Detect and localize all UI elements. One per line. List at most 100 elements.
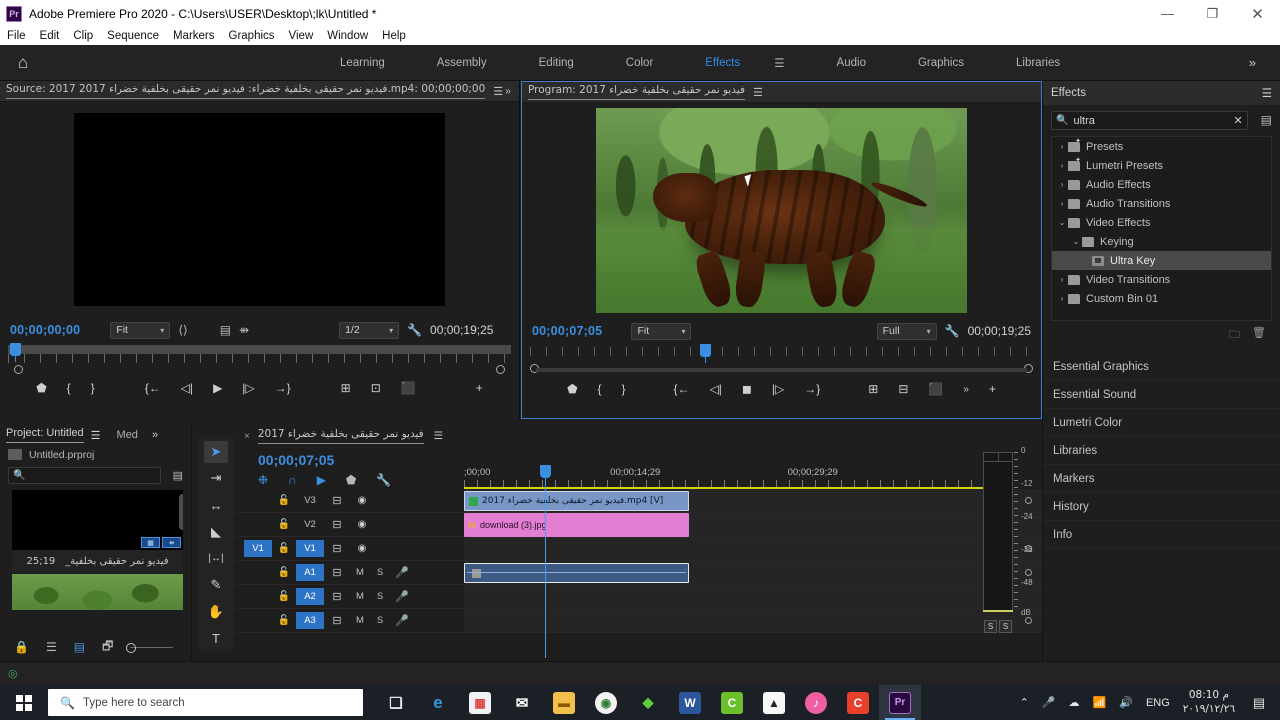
project-panel-tab[interactable]: Project: Untitled xyxy=(6,427,84,443)
rail-item-lumetri-color[interactable]: Lumetri Color xyxy=(1043,409,1280,437)
source-target-v2[interactable] xyxy=(244,516,272,533)
program-scrubber[interactable] xyxy=(522,344,1041,374)
menu-item-file[interactable]: File xyxy=(7,30,35,42)
program-zoom-select[interactable]: Fit ▾ xyxy=(631,322,692,340)
camtasia-icon[interactable]: C xyxy=(711,685,753,720)
menu-item-view[interactable]: View xyxy=(289,30,323,42)
effects-tree-row-presets[interactable]: › Presets xyxy=(1052,137,1271,156)
workspace-tab-assembly[interactable]: Assembly xyxy=(411,57,513,69)
menu-item-clip[interactable]: Clip xyxy=(73,30,102,42)
effects-search-box[interactable]: 🔍 ✕ xyxy=(1051,111,1248,130)
source-insert-icon[interactable]: ⊞ xyxy=(341,381,351,395)
edge-icon[interactable]: e xyxy=(417,685,459,720)
workspace-burger-icon[interactable]: ☰ xyxy=(748,56,810,70)
source-add-marker-icon[interactable]: ⬟ xyxy=(36,381,46,395)
solo-button-a1[interactable]: S xyxy=(370,567,390,578)
program-mark-in-icon[interactable]: { xyxy=(598,382,602,396)
itunes-icon[interactable]: ♪ xyxy=(795,685,837,720)
track-name-v1[interactable]: V1 xyxy=(296,540,324,557)
track-output-icon[interactable]: ◉ xyxy=(350,543,374,554)
program-monitor-stage[interactable] xyxy=(522,103,1041,318)
sync-lock-icon[interactable]: ⊟ xyxy=(324,614,350,627)
onedrive-icon[interactable]: ☁ xyxy=(1069,696,1080,709)
workspace-tab-audio[interactable]: Audio xyxy=(811,57,892,69)
track-body-v2[interactable]: fx download (3).jpg xyxy=(464,513,1042,537)
disclosure-open-icon[interactable]: ⌄ xyxy=(1056,218,1068,227)
track-select-forward-tool[interactable]: ⇥ xyxy=(204,468,228,490)
type-tool[interactable]: T xyxy=(204,627,228,649)
timeline-clip-image[interactable]: fx download (3).jpg xyxy=(464,513,689,537)
rail-item-essential-sound[interactable]: Essential Sound xyxy=(1043,381,1280,409)
disclosure-icon[interactable]: › xyxy=(1056,199,1068,208)
maximize-button[interactable]: ❐ xyxy=(1190,0,1235,27)
source-monitor-overflow-icon[interactable]: » xyxy=(505,85,511,97)
photos-icon[interactable]: ▲ xyxy=(753,685,795,720)
project-scrollbar[interactable] xyxy=(179,494,183,530)
program-mark-out-icon[interactable]: } xyxy=(622,382,626,396)
track-output-icon[interactable]: ◉ xyxy=(350,519,374,530)
source-overwrite-icon[interactable]: ⊡ xyxy=(371,381,381,395)
file-explorer-icon[interactable]: ▬ xyxy=(543,685,585,720)
program-zoom-bar[interactable] xyxy=(536,368,1027,372)
effects-tree-row-custom-bin-01[interactable]: › Custom Bin 01 xyxy=(1052,289,1271,308)
rail-item-markers[interactable]: Markers xyxy=(1043,465,1280,493)
disclosure-icon[interactable]: › xyxy=(1056,142,1068,151)
workspace-overflow-icon[interactable]: » xyxy=(1249,55,1256,70)
chrome-icon[interactable]: ◉ xyxy=(585,685,627,720)
workspace-tab-libraries[interactable]: Libraries xyxy=(990,57,1086,69)
lock-icon[interactable]: 🔒 xyxy=(14,640,29,654)
sync-lock-icon[interactable]: ⊟ xyxy=(324,590,350,603)
rail-item-libraries[interactable]: Libraries xyxy=(1043,437,1280,465)
delete-icon[interactable]: 🗑 xyxy=(1252,326,1266,345)
rail-item-info[interactable]: Info xyxy=(1043,521,1280,549)
source-step-forward-icon[interactable]: |▷ xyxy=(242,381,254,395)
idm-icon[interactable]: ◆ xyxy=(627,685,669,720)
mute-button-a1[interactable]: M xyxy=(350,567,370,578)
project-search-box[interactable]: 🔍 xyxy=(8,467,161,484)
track-body-a3[interactable] xyxy=(464,609,1042,632)
effects-tree-row-keying[interactable]: ⌄ Keying xyxy=(1052,232,1271,251)
source-target-v1[interactable]: V1 xyxy=(244,540,272,557)
effects-tree-row-audio-effects[interactable]: › Audio Effects xyxy=(1052,175,1271,194)
project-item-thumbnail[interactable]: ▦ ⇻ xyxy=(12,490,183,550)
disclosure-icon[interactable]: › xyxy=(1056,294,1068,303)
source-in-handle[interactable] xyxy=(14,365,23,374)
source-in-out-icon[interactable]: ⟨⟩ xyxy=(178,323,187,337)
thumbnail-zoom-slider[interactable] xyxy=(126,642,173,653)
solo-button-a2[interactable]: S xyxy=(370,591,390,602)
effects-tree-row-video-transitions[interactable]: › Video Transitions xyxy=(1052,270,1271,289)
track-output-icon[interactable]: ◉ xyxy=(350,495,374,506)
source-monitor-stage[interactable] xyxy=(0,102,519,317)
close-button[interactable]: ✕ xyxy=(1235,0,1280,27)
icon-view-icon[interactable]: ▤ xyxy=(74,640,85,654)
project-find-icon[interactable]: ▤ xyxy=(173,469,183,482)
program-stop-icon[interactable]: ◼ xyxy=(742,382,752,396)
source-mark-in-icon[interactable]: { xyxy=(67,381,71,395)
program-playhead[interactable] xyxy=(700,344,711,363)
snap-icon[interactable]: ∩ xyxy=(288,473,297,487)
minimize-button[interactable]: — xyxy=(1145,0,1190,27)
lock-icon[interactable]: 🔓 xyxy=(272,567,296,578)
source-monitor-tab[interactable]: Source: 2017 فيديو نمر حقيقى بخلفية خضرا… xyxy=(6,83,486,99)
disclosure-icon[interactable]: › xyxy=(1056,161,1068,170)
source-resolution-select[interactable]: 1/2 ▾ xyxy=(339,321,400,339)
lock-icon[interactable]: 🔓 xyxy=(272,591,296,602)
source-target-a3[interactable] xyxy=(244,612,272,629)
source-play-icon[interactable]: ▶ xyxy=(213,381,222,395)
source-scrubber[interactable] xyxy=(0,343,519,374)
project-bin-area[interactable]: ▦ ⇻ فيديو نمر حقيقى بخلفية_ 19;25 xyxy=(12,490,183,610)
selection-tool[interactable]: ➤ xyxy=(204,441,228,463)
mail-icon[interactable]: ✉ xyxy=(501,685,543,720)
program-extract-icon[interactable]: ⊟ xyxy=(898,382,908,396)
freeform-view-icon[interactable]: 🗗 xyxy=(102,637,113,658)
lock-icon[interactable]: 🔓 xyxy=(272,543,296,554)
program-monitor-burger-icon[interactable]: ☰ xyxy=(753,86,763,99)
source-target-a1[interactable] xyxy=(244,564,272,581)
lock-icon[interactable]: 🔓 xyxy=(272,495,296,506)
track-name-v3[interactable]: V3 xyxy=(296,492,324,509)
program-step-forward-icon[interactable]: |▷ xyxy=(772,382,784,396)
timeline-tab[interactable]: 2017 فيديو نمر حقيقى بخلفية خضراء xyxy=(257,428,424,444)
ripple-edit-tool[interactable]: ↔ xyxy=(204,494,228,516)
track-name-a2[interactable]: A2 xyxy=(296,588,324,605)
source-step-back-icon[interactable]: ◁| xyxy=(181,381,193,395)
